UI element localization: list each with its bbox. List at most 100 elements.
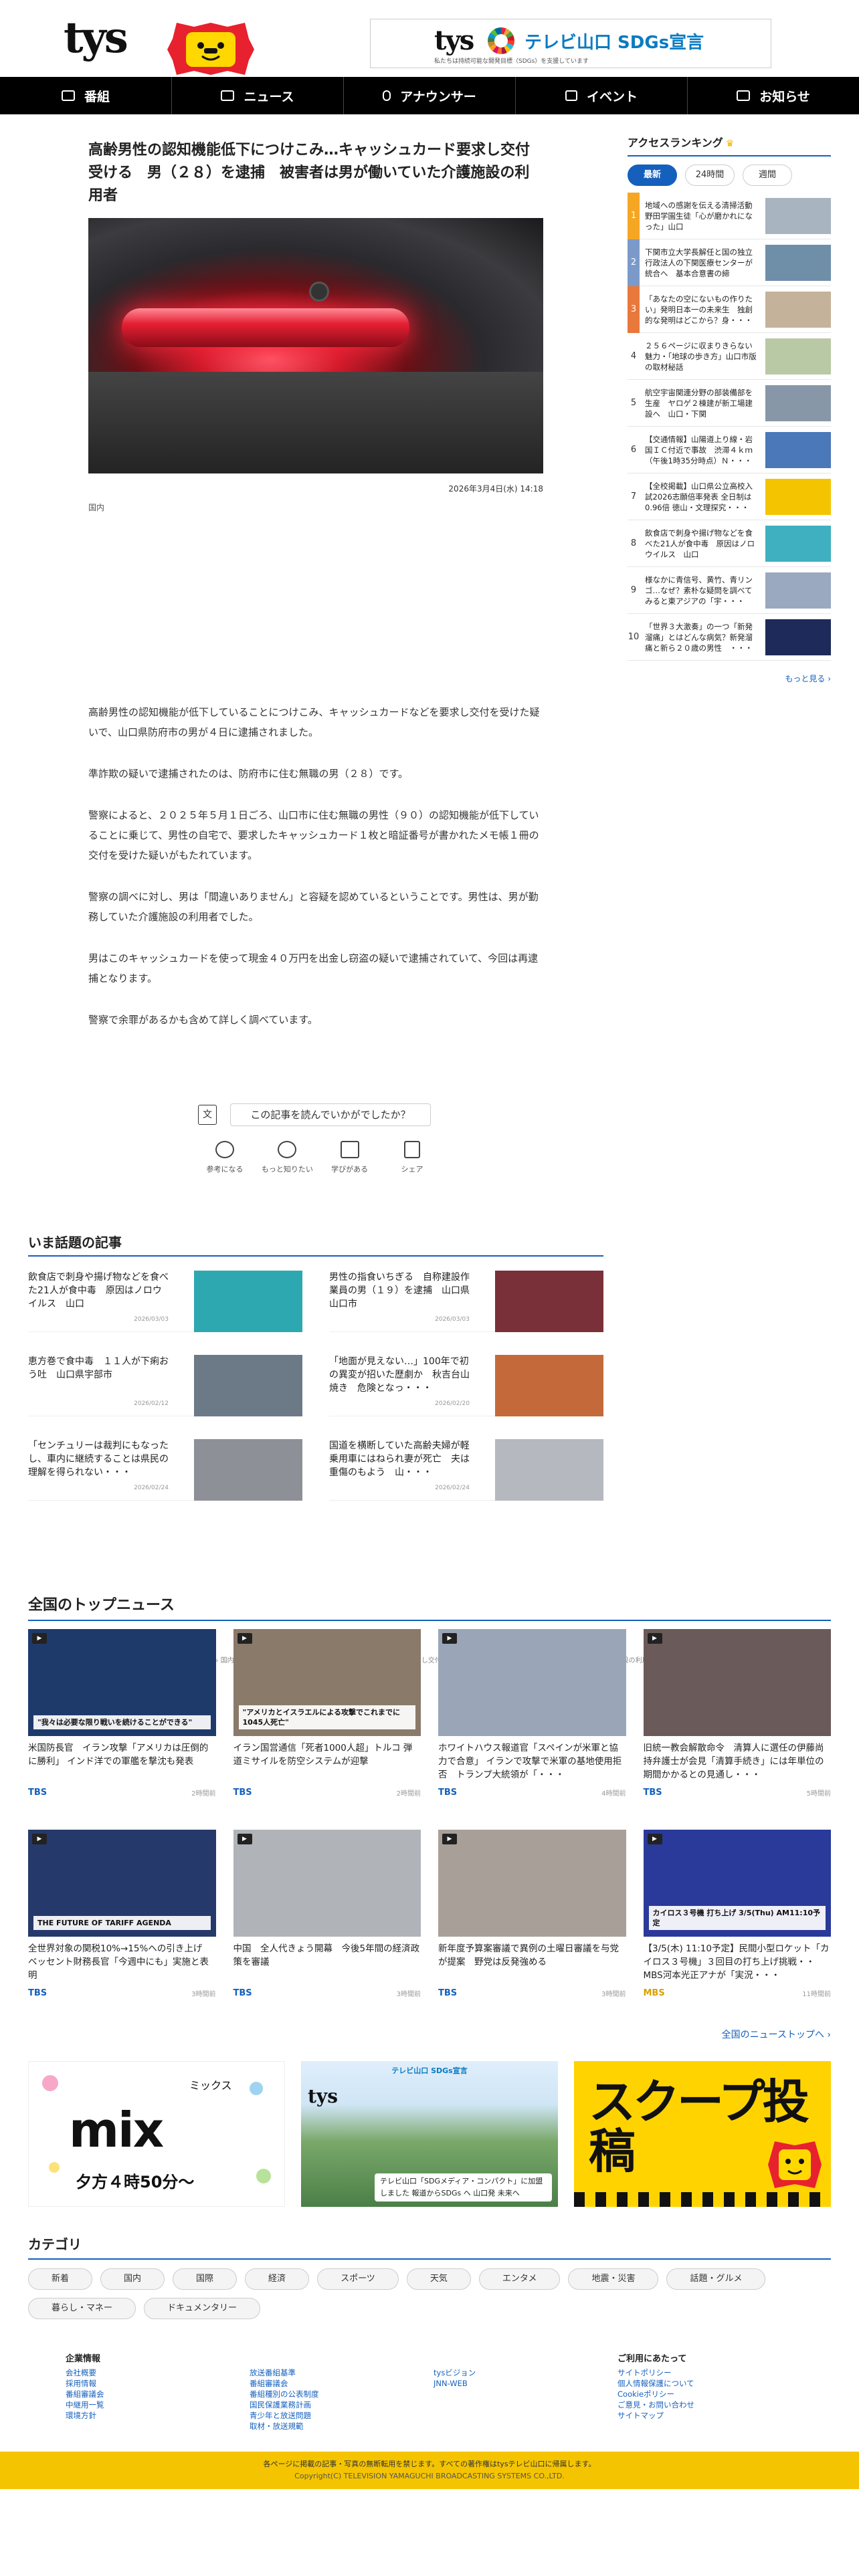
- popular-thumbnail: [495, 1439, 603, 1501]
- reaction-learn-button[interactable]: 学びがある: [323, 1141, 377, 1174]
- thumbnail-caption: "我々は必要な限り戦いを続けることができる": [33, 1715, 211, 1729]
- ranking-item[interactable]: 2 下関市立大学長解任と国の独立行政法人の下関医療センターが統合へ 基本合意書の締…: [628, 239, 831, 286]
- top-news-item[interactable]: ▶ カイロス３号機 打ち上げ 3/5(Thu) AM11:10予定 【3/5(木) …: [643, 1830, 831, 2010]
- category-chip[interactable]: 国内: [100, 2268, 165, 2290]
- category-chip[interactable]: 国際: [173, 2268, 237, 2290]
- nav-announcers[interactable]: アナウンサー: [344, 77, 516, 114]
- category-chips: 新着 国内 国際 経済 スポーツ 天気 エンタメ 地震・災害 話題・グルメ暮らし・マネー ドキュメ…: [28, 2268, 831, 2319]
- footer-link[interactable]: 取材・放送規範: [250, 2421, 434, 2432]
- article-category[interactable]: 国内: [88, 502, 104, 513]
- popular-date: 2026/02/24: [435, 1485, 470, 1491]
- sdgs-promo-banner[interactable]: テレビ山口 SDGs宣言 tys テレビ山口「SDGメディア・コンパクト」に加盟…: [301, 2061, 558, 2207]
- survey-question[interactable]: この記事を読んでいかがでしたか？: [230, 1103, 431, 1126]
- footer-link[interactable]: Cookieポリシー: [617, 2389, 801, 2399]
- top-news-item[interactable]: ▶ THE FUTURE OF TARIFF AGENDA 全世界対象の関税10%→…: [28, 1830, 216, 2010]
- news-time: 3時間前: [191, 1991, 216, 1998]
- category-chip[interactable]: スポーツ: [317, 2268, 399, 2290]
- article-paragraph: 警察で余罪があるかも含めて詳しく調べています。: [88, 1014, 318, 1026]
- ranking-item[interactable]: 8 飲食店で刺身や揚げ物などを食べた21人が食中毒 原因はノロウイルス 山口: [628, 520, 831, 567]
- article-paragraph: 準詐欺の疑いで逮捕されたのは、防府市に住む無職の男（２８）です。: [88, 768, 409, 780]
- ranking-item[interactable]: 4 ２５６ページに収まりきらない魅力・「地球の歩き方」山口市版の取材秘話: [628, 333, 831, 380]
- footer-link[interactable]: 番組審議会: [66, 2389, 250, 2399]
- popular-thumbnail: [194, 1355, 302, 1416]
- popular-item[interactable]: 男性の指食いちぎる 自称建設作業員の男（１９）を逮捕 山口県山口市 2026/03…: [329, 1271, 603, 1332]
- sdgs-promo-caption: テレビ山口「SDGメディア・コンパクト」に加盟しました 報道からSDGs へ 山…: [375, 2173, 552, 2202]
- category-chip[interactable]: 新着: [28, 2268, 93, 2290]
- nav-notices[interactable]: お知らせ: [688, 77, 859, 114]
- news-source: TBS: [28, 1788, 47, 1798]
- footer-link[interactable]: 個人情報保護について: [617, 2378, 801, 2389]
- mascot-logo[interactable]: [167, 23, 254, 75]
- category-chip[interactable]: 経済: [245, 2268, 310, 2290]
- news-time: 11時間前: [802, 1991, 831, 1998]
- category-chip[interactable]: 天気: [406, 2268, 471, 2290]
- top-news-headline: イラン国営通信「死者1000人超」トルコ 弾道ミサイルを防空システムが迎撃: [233, 1743, 413, 1767]
- tab-weekly[interactable]: 週間: [743, 165, 792, 186]
- survey-icon: 文: [198, 1105, 217, 1125]
- nav-programs[interactable]: 番組: [0, 77, 172, 114]
- mix-banner[interactable]: ミックス mix 夕方４時50分～: [28, 2061, 285, 2207]
- footer-link[interactable]: tysビジョン: [434, 2367, 617, 2378]
- footer-link[interactable]: サイトマップ: [617, 2410, 801, 2421]
- category-title: カテゴリ: [28, 2234, 831, 2260]
- ranking-item[interactable]: 1 地域への感謝を伝える清掃活動 野田学園生徒「心が磨かれになった」山口: [628, 192, 831, 239]
- nav-news[interactable]: ニュース: [172, 77, 344, 114]
- popular-date: 2026/02/20: [435, 1400, 470, 1407]
- top-news-item[interactable]: ▶ 旧統一教会解散命令 清算人に選任の伊藤尚持弁護士が会見「清算手続き」には年単位…: [643, 1629, 831, 1810]
- top-news-item[interactable]: ▶ ホワイトハウス報道官「スペインが米軍と協力で合意」 イランで攻撃で米軍の基地使…: [438, 1629, 626, 1810]
- category-chip[interactable]: ドキュメンタリー: [144, 2298, 261, 2319]
- footer-link[interactable]: 環境方針: [66, 2410, 250, 2421]
- book-icon: [340, 1141, 359, 1158]
- reaction-more-button[interactable]: もっと知りたい: [260, 1141, 314, 1174]
- footer-link[interactable]: JNN-WEB: [434, 2378, 617, 2389]
- footer-link[interactable]: 放送番組基準: [250, 2367, 434, 2378]
- footer-link[interactable]: 中継用一覧: [66, 2399, 250, 2410]
- tys-logo[interactable]: tys: [64, 15, 128, 62]
- top-news-item[interactable]: ▶ 新年度予算案審議で異例の土曜日審議を与党が提案 野党は反発強める TBS 3時間前: [438, 1830, 626, 2010]
- ranking-item[interactable]: 10 「世界３大激奏」の一つ「新発溜痛」とはどんな病気？新発溜痛と新ら２０歳の男性…: [628, 614, 831, 661]
- article-paragraph: 警察によると、２０２５年５月１日ごろ、山口市に住む無職の男性（９０）の認知機能が…: [88, 809, 539, 861]
- footer-link[interactable]: 青少年と放送問題: [250, 2410, 434, 2421]
- popular-item-text: 飲食店で刺身や揚げ物などを食べた21人が食中毒 原因はノロウイルス 山口 2026…: [28, 1271, 169, 1331]
- footer-link[interactable]: ご意見・お問い合わせ: [617, 2399, 801, 2410]
- share-button[interactable]: シェア: [385, 1141, 439, 1174]
- popular-item[interactable]: 「地面が見えない…」100年で初の異変が招いた歴劇か 秋吉台山焼き 危険となっ・…: [329, 1355, 603, 1416]
- top-news-item[interactable]: ▶ 中国 全人代きょう開幕 今後5年間の経済政策を審議 TBS 3時間前: [233, 1830, 421, 2010]
- popular-item[interactable]: 飲食店で刺身や揚げ物などを食べた21人が食中毒 原因はノロウイルス 山口 2026…: [28, 1271, 302, 1332]
- ranking-item[interactable]: 6 【交通情報】山陽道上り線・岩国ＩＣ付近で事故 渋滞４ｋｍ（午後1時35分時点）…: [628, 427, 831, 473]
- footer-link[interactable]: 採用情報: [66, 2378, 250, 2389]
- top-news-thumbnail: ▶: [233, 1830, 421, 1937]
- category-chip[interactable]: 暮らし・マネー: [28, 2298, 136, 2319]
- tab-24h[interactable]: 24時間: [685, 165, 735, 186]
- top-news-item[interactable]: ▶ "アメリカとイスラエルによる攻撃でこれまでに1045人死亡" イラン国営通信「死…: [233, 1629, 421, 1810]
- popular-date: 2026/03/03: [134, 1316, 169, 1323]
- top-news-item[interactable]: ▶ "我々は必要な限り戦いを続けることができる" 米国防長官 イラン攻撃「アメリカは…: [28, 1629, 216, 1810]
- footer-link[interactable]: 会社概要: [66, 2367, 250, 2378]
- ranking-item[interactable]: 3 「あなたの空にないもの作りたい」発明日本一の未来生 独創的な発明はどこから？身…: [628, 286, 831, 333]
- scoop-banner[interactable]: スクープ投稿: [574, 2061, 831, 2207]
- nav-events[interactable]: イベント: [516, 77, 688, 114]
- footer-link[interactable]: 番組種別の公表制度: [250, 2389, 434, 2399]
- rank-headline: 様なかに青信号、黄竹、青リンゴ…なぜ？素朴な疑問を調べてみると東アジアの「宇・・…: [645, 574, 753, 606]
- popular-thumbnail: [194, 1439, 302, 1501]
- footer-link[interactable]: 国民保護業務計画: [250, 2399, 434, 2410]
- tab-latest[interactable]: 最新: [628, 165, 677, 186]
- footer-link[interactable]: 番組審議会: [250, 2378, 434, 2389]
- popular-item[interactable]: 恵方巻で食中毒 １１人が下痢おう吐 山口県宇部市 2026/02/12: [28, 1355, 302, 1416]
- ranking-item[interactable]: 9 様なかに青信号、黄竹、青リンゴ…なぜ？素朴な疑問を調べてみると東アジアの「宇・…: [628, 567, 831, 614]
- category-chip[interactable]: エンタメ: [478, 2268, 561, 2290]
- top-news-grid: ▶ "我々は必要な限り戦いを続けることができる" 米国防長官 イラン攻撃「アメリカは…: [28, 1629, 831, 2010]
- site-footer: 各ページに掲載の記事・写真の無断転用を禁じます。すべての著作権はtysテレビ山口…: [0, 2452, 859, 2489]
- reaction-helpful-button[interactable]: 参考になる: [198, 1141, 252, 1174]
- ranking-more-link[interactable]: もっと見る ›: [628, 673, 831, 684]
- category-chip[interactable]: 話題・グルメ: [666, 2268, 766, 2290]
- category-chip[interactable]: 地震・災害: [568, 2268, 659, 2290]
- all-news-link[interactable]: 全国のニューストップへ ›: [28, 2028, 831, 2041]
- ranking-item[interactable]: 7 【全校掲載】山口県公立高校入試2026志願倍率発表 全日制は0.96倍 徳山・…: [628, 473, 831, 520]
- popular-item[interactable]: 国道を横断していた高齢夫婦が軽乗用車にはねられ妻が死亡 夫は重傷のもよう 山・・…: [329, 1439, 603, 1501]
- ranking-item[interactable]: 5 航空宇宙関連分野の部装備部を生産 ヤロゲ２棟建が新工場建設へ 山口・下関: [628, 380, 831, 427]
- sdgs-banner[interactable]: tys テレビ山口 SDGs宣言 私たちは持続可能な開発目標（SDGs）を支援し…: [370, 19, 771, 68]
- popular-item[interactable]: 「センチュリーは裁判にもなったし、車内に継続することは県民の理解を得られない・・…: [28, 1439, 302, 1501]
- footer-column: tysビジョン JNN-WEB: [434, 2354, 617, 2432]
- footer-link[interactable]: サイトポリシー: [617, 2367, 801, 2378]
